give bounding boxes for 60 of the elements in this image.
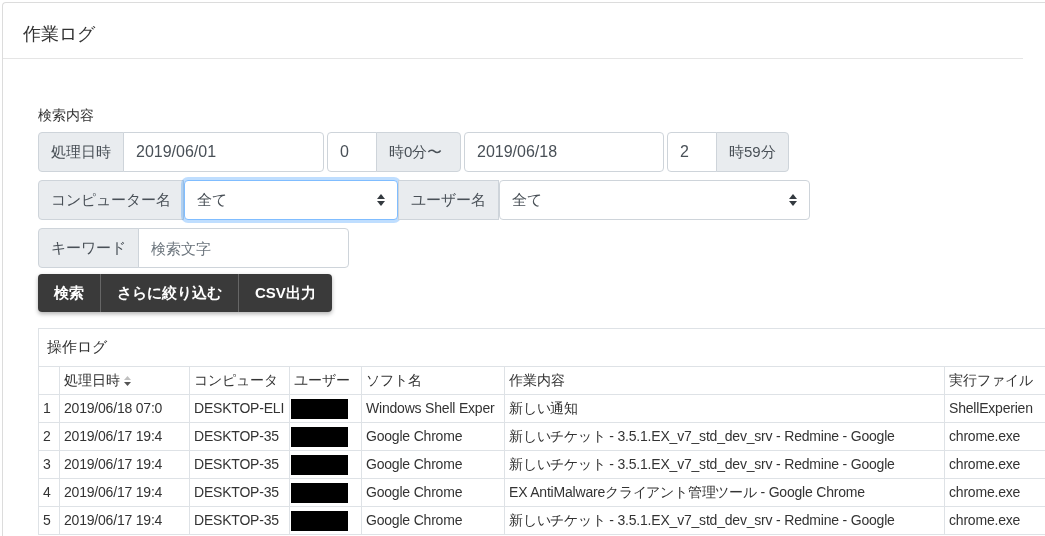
select-value: 全て xyxy=(512,189,542,210)
action-button[interactable]: CSV出力 xyxy=(239,274,332,312)
table-cell-text: 新しいチケット - 3.5.1.EX_v7_std_dev_srv - Redmine - Google xyxy=(509,511,895,530)
input-label: コンピューター名 xyxy=(38,180,184,220)
table-cell-text: Google Chrome xyxy=(366,483,463,502)
table-cell-text: chrome.exe xyxy=(949,455,1021,474)
column-header[interactable]: コンピュータ xyxy=(190,367,290,394)
caret-icon xyxy=(789,194,797,206)
column-header[interactable]: 実行ファイル xyxy=(945,367,1045,394)
page-title: 作業ログ xyxy=(23,23,96,46)
sort-icon[interactable] xyxy=(124,375,131,386)
table-cell-text: 新しいチケット - 3.5.1.EX_v7_std_dev_srv - Redmine - Google xyxy=(509,427,895,446)
table-cell-text: Windows Shell Exper xyxy=(366,399,495,418)
table-cell-text: 3 xyxy=(43,455,51,474)
table-cell-text: chrome.exe xyxy=(949,511,1021,530)
table-cell-text: 新しい通知 xyxy=(509,399,578,418)
table-cell-text: chrome.exe xyxy=(949,483,1021,502)
table-cell-text: Google Chrome xyxy=(366,455,463,474)
table-cell-text: DESKTOP-ELI xyxy=(194,399,285,418)
select-field[interactable]: 全て xyxy=(499,180,810,220)
table-cell-text: ShellExperien xyxy=(949,399,1033,418)
caret-icon xyxy=(377,194,385,206)
column-header[interactable]: ユーザー xyxy=(290,367,362,394)
table-cell-text: chrome.exe xyxy=(949,427,1021,446)
input-label: 処理日時 xyxy=(38,132,124,172)
table-cell-text: 2019/06/17 19:4 xyxy=(64,427,163,446)
table-cell-text: 2019/06/18 07:0 xyxy=(64,399,163,418)
input-field[interactable]: 2019/06/01 xyxy=(123,132,324,172)
table-cell-text: DESKTOP-35 xyxy=(194,511,279,530)
table-cell-text: Google Chrome xyxy=(366,511,463,530)
action-button[interactable]: 検索 xyxy=(38,274,101,312)
table-cell-text: 5 xyxy=(43,511,51,530)
table-cell-text: DESKTOP-35 xyxy=(194,455,279,474)
keyword-field[interactable]: 検索文字 xyxy=(138,228,349,268)
column-header[interactable]: 処理日時 xyxy=(60,367,190,394)
table-title: 操作ログ xyxy=(46,337,108,358)
input-label: 時0分〜 xyxy=(376,132,461,172)
column-header[interactable]: 作業内容 xyxy=(505,367,945,394)
table-cell-text: 2019/06/17 19:4 xyxy=(64,511,163,530)
table-cell-text: 新しいチケット - 3.5.1.EX_v7_std_dev_srv - Redmine - Google xyxy=(509,455,895,474)
select-value: 全て xyxy=(197,189,227,210)
table-cell-text: 2019/06/17 19:4 xyxy=(64,483,163,502)
select-field[interactable]: 全て xyxy=(184,180,398,220)
input-label: ユーザー名 xyxy=(398,180,499,220)
section-heading: 検索内容 xyxy=(38,106,95,125)
table-cell-text: 1 xyxy=(43,399,51,418)
input-label: キーワード xyxy=(38,228,139,268)
table-cell-text: 2 xyxy=(43,427,51,446)
table-cell-text: DESKTOP-35 xyxy=(194,483,279,502)
table-cell-text: Google Chrome xyxy=(366,427,463,446)
table-cell-text: 2019/06/17 19:4 xyxy=(64,455,163,474)
column-header[interactable]: ソフト名 xyxy=(362,367,505,394)
action-button[interactable]: さらに絞り込む xyxy=(101,274,239,312)
table-cell-text: DESKTOP-35 xyxy=(194,427,279,446)
input-label: 時59分 xyxy=(716,132,789,172)
table-cell-text: 4 xyxy=(43,483,51,502)
table-cell-text: EX AntiMalwareクライアント管理ツール - Google Chrome xyxy=(509,483,865,502)
input-field[interactable]: 2 xyxy=(667,132,717,172)
input-field[interactable]: 0 xyxy=(327,132,377,172)
input-field[interactable]: 2019/06/18 xyxy=(464,132,664,172)
